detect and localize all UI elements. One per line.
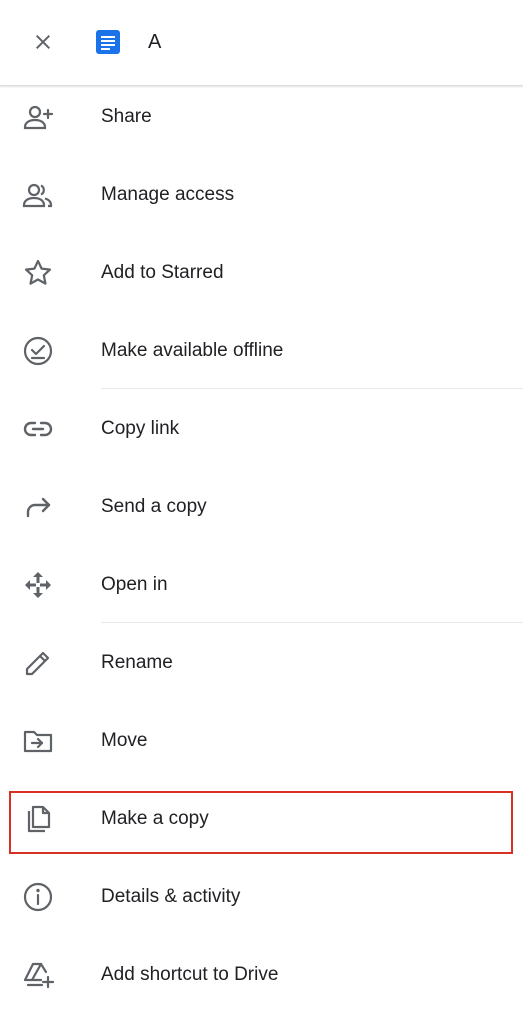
menu-item-label: Rename [101,652,173,673]
menu-item-label: Add shortcut to Drive [101,964,279,985]
menu-item-add-to-starred[interactable]: Add to Starred [0,234,523,312]
folder-move-icon [22,725,54,757]
link-icon [22,413,54,445]
star-outline-icon [22,257,54,289]
menu-item-send-a-copy[interactable]: Send a copy [0,468,523,546]
people-icon [22,179,54,211]
offline-pin-icon [22,335,54,367]
menu-item-label: Add to Starred [101,262,224,283]
drive-add-shortcut-icon [22,959,54,991]
document-title: A [148,31,162,53]
menu-item-make-available-offline[interactable]: Make available offline [0,312,523,390]
menu-divider [101,388,523,389]
menu-item-label: Move [101,730,148,751]
menu-item-label: Make a copy [101,808,209,829]
menu-item-make-a-copy[interactable]: Make a copy [0,780,523,858]
menu-item-add-shortcut-to-drive[interactable]: Add shortcut to Drive [0,936,523,1014]
menu-item-rename[interactable]: Rename [0,624,523,702]
person-add-icon [22,101,54,133]
file-actions-menu: Share Manage access Add to Starred Make … [0,78,523,1014]
menu-item-open-in[interactable]: Open in [0,546,523,624]
menu-item-label: Manage access [101,184,235,205]
menu-item-label: Open in [101,574,168,595]
menu-item-label: Copy link [101,418,180,439]
menu-item-label: Send a copy [101,496,207,517]
menu-item-label: Details & activity [101,886,241,907]
menu-item-share[interactable]: Share [0,78,523,156]
menu-item-label: Make available offline [101,340,284,361]
menu-divider [101,622,523,623]
google-docs-icon [96,30,120,54]
menu-item-details-activity[interactable]: Details & activity [0,858,523,936]
close-icon [36,35,50,49]
top-app-bar: A [0,0,523,86]
menu-item-manage-access[interactable]: Manage access [0,156,523,234]
menu-item-label: Share [101,106,152,127]
info-icon [22,881,54,913]
open-with-arrows-icon [22,569,54,601]
menu-item-move[interactable]: Move [0,702,523,780]
menu-item-copy-link[interactable]: Copy link [0,390,523,468]
forward-arrow-icon [22,491,54,523]
pencil-icon [22,647,54,679]
close-button[interactable] [25,24,61,60]
file-copy-icon [22,803,54,835]
